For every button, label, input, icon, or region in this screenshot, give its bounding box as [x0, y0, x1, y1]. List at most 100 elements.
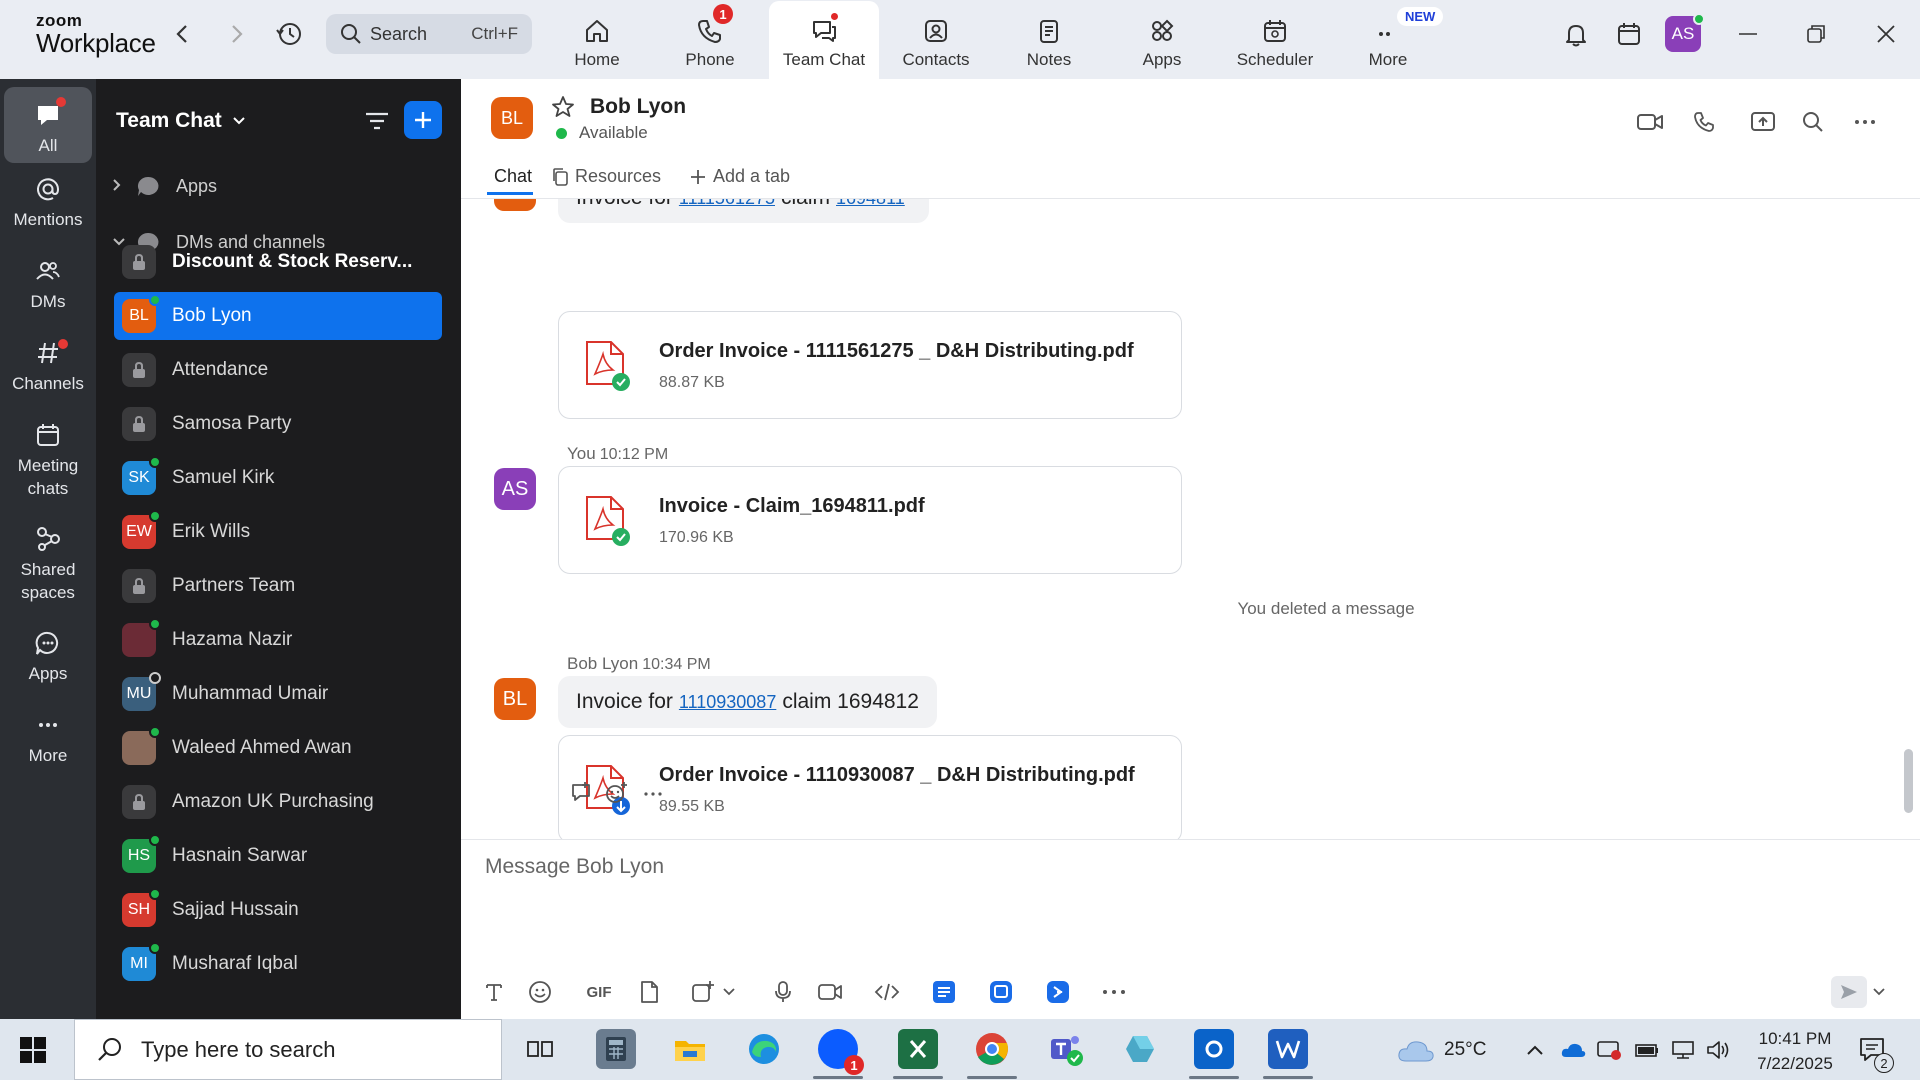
claim-link[interactable]: 1694811 — [836, 199, 905, 209]
rail-mentions[interactable]: Mentions — [4, 175, 92, 232]
sidebar-item-attendance[interactable]: Attendance — [114, 346, 442, 394]
calendar-icon[interactable] — [1611, 20, 1647, 48]
message-avatar[interactable]: BL — [494, 678, 536, 720]
rail-more[interactable]: More — [4, 711, 92, 768]
star-icon[interactable] — [551, 95, 575, 126]
history-icon[interactable] — [273, 18, 305, 50]
message-more-icon[interactable] — [642, 781, 666, 805]
order-link[interactable]: 1111561275 — [679, 199, 775, 209]
weather-widget[interactable]: 25°C — [1396, 1019, 1486, 1080]
sidebar-item-amazon-uk-purchasing[interactable]: Amazon UK Purchasing — [114, 778, 442, 826]
message-avatar[interactable]: AS — [494, 468, 536, 510]
security-icon[interactable] — [1596, 1019, 1622, 1080]
rail-all[interactable]: All — [4, 87, 92, 163]
calculator-app-icon[interactable] — [596, 1029, 636, 1069]
rail-apps[interactable]: Apps — [4, 629, 92, 686]
more-options-icon[interactable] — [1850, 107, 1880, 137]
notification-center-icon[interactable]: 2 — [1858, 1019, 1894, 1080]
tab-phone[interactable]: Phone 1 — [655, 0, 765, 79]
tray-chevron-up-icon[interactable] — [1526, 1019, 1544, 1080]
toolbar-more-icon[interactable] — [1098, 976, 1130, 1008]
add-reaction-icon[interactable] — [604, 781, 628, 805]
sidebar-item-samosa-party[interactable]: Samosa Party — [114, 400, 442, 448]
contact-avatar[interactable]: BL — [491, 97, 533, 139]
sidebar-item-hasnain-sarwar[interactable]: HS Hasnain Sarwar — [114, 832, 442, 880]
gif-button[interactable]: GIF — [579, 976, 619, 1008]
text-format-icon[interactable] — [478, 976, 510, 1008]
reply-icon[interactable] — [569, 781, 593, 805]
sidebar-item-waleed-ahmed-awan[interactable]: Waleed Ahmed Awan — [114, 724, 442, 772]
contact-name[interactable]: Bob Lyon — [590, 95, 686, 119]
word-icon[interactable] — [1268, 1029, 1308, 1069]
chrome-icon[interactable] — [972, 1029, 1012, 1069]
order-link[interactable]: 1110930087 — [679, 692, 776, 713]
sidebar-item-bob-lyon[interactable]: BL Bob Lyon — [114, 292, 442, 340]
video-message-icon[interactable] — [814, 976, 846, 1008]
notes-app-icon[interactable] — [928, 976, 960, 1008]
tab-more[interactable]: More NEW — [1333, 0, 1444, 79]
section-apps[interactable]: Apps — [112, 175, 217, 197]
onedrive-icon[interactable] — [1560, 1019, 1586, 1080]
network-icon[interactable] — [1670, 1019, 1696, 1080]
video-call-icon[interactable] — [1635, 107, 1665, 137]
send-options-chevron-icon[interactable] — [1869, 976, 1889, 1008]
taskbar-search[interactable]: Type here to search — [74, 1019, 502, 1080]
back-arrow-icon[interactable] — [166, 18, 198, 50]
task-view-icon[interactable] — [520, 1029, 560, 1069]
sidebar-item-musharaf-iqbal[interactable]: MI Musharaf Iqbal — [114, 940, 442, 988]
share-screen-icon[interactable] — [1748, 107, 1778, 137]
tab-resources[interactable]: Resources — [551, 166, 661, 187]
windows-start-icon[interactable] — [20, 1037, 46, 1063]
rail-shared-spaces[interactable]: Shared spaces — [4, 525, 92, 605]
search-bar[interactable]: Search Ctrl+F — [326, 14, 532, 54]
code-snippet-icon[interactable] — [871, 976, 903, 1008]
tab-scheduler[interactable]: Scheduler — [1220, 0, 1330, 79]
tab-chat[interactable]: Chat — [494, 166, 532, 187]
new-chat-button[interactable] — [404, 101, 442, 139]
sidebar-item-hazama-nazir[interactable]: Hazama Nazir — [114, 616, 442, 664]
forward-arrow-icon[interactable] — [221, 18, 253, 50]
sidebar-item-samuel-kirk[interactable]: SK Samuel Kirk — [114, 454, 442, 502]
send-icon[interactable] — [1831, 976, 1867, 1008]
scrollbar-track[interactable] — [1901, 199, 1920, 839]
bell-icon[interactable] — [1558, 20, 1594, 48]
sidebar-item-partners-team[interactable]: Partners Team — [114, 562, 442, 610]
sidebar-item-discount-stock-reserv[interactable]: Discount & Stock Reserv... — [114, 238, 442, 286]
taskbar-clock[interactable]: 10:41 PM 7/22/2025 — [1740, 1027, 1850, 1076]
outlook-icon[interactable] — [1194, 1029, 1234, 1069]
minimize-icon[interactable] — [1730, 20, 1766, 48]
docs-app-icon[interactable] — [1042, 976, 1074, 1008]
tab-apps[interactable]: Apps — [1107, 0, 1217, 79]
microphone-icon[interactable] — [767, 976, 799, 1008]
close-icon[interactable] — [1868, 20, 1904, 48]
screenshot-icon[interactable] — [687, 976, 719, 1008]
sidebar-item-sajjad-hussain[interactable]: SH Sajjad Hussain — [114, 886, 442, 934]
sidebar-item-muhammad-umair[interactable]: MU Muhammad Umair — [114, 670, 442, 718]
phone-call-icon[interactable] — [1689, 107, 1719, 137]
tab-notes[interactable]: Notes — [994, 0, 1104, 79]
zoom-taskbar-icon[interactable]: 1 — [818, 1029, 864, 1075]
scrollbar-thumb[interactable] — [1904, 749, 1913, 813]
search-icon[interactable] — [1798, 107, 1828, 137]
excel-icon[interactable] — [898, 1029, 938, 1069]
add-tab-button[interactable]: Add a tab — [689, 166, 790, 187]
chevron-down-icon[interactable] — [719, 976, 739, 1008]
rail-dms[interactable]: DMs — [4, 257, 92, 314]
file-attachment[interactable]: Order Invoice - 1111561275 _ D&H Distrib… — [558, 311, 1182, 419]
restore-icon[interactable] — [1798, 20, 1834, 48]
tab-team-chat[interactable]: Team Chat — [769, 1, 879, 79]
file-explorer-icon[interactable] — [670, 1029, 710, 1069]
tab-home[interactable]: Home — [542, 0, 652, 79]
sidebar-title[interactable]: Team Chat — [116, 109, 246, 133]
file-attach-icon[interactable] — [633, 976, 665, 1008]
teams-icon[interactable] — [1046, 1029, 1086, 1069]
file-attachment[interactable]: Invoice - Claim_1694811.pdf 170.96 KB — [558, 466, 1182, 574]
user-avatar[interactable]: AS — [1665, 13, 1705, 52]
whiteboard-app-icon[interactable] — [985, 976, 1017, 1008]
filter-icon[interactable] — [362, 106, 392, 136]
edge-browser-icon[interactable] — [744, 1029, 784, 1069]
tab-contacts[interactable]: Contacts — [881, 0, 991, 79]
volume-icon[interactable] — [1705, 1019, 1731, 1080]
emoji-icon[interactable] — [524, 976, 556, 1008]
message-input[interactable]: Message Bob Lyon — [485, 855, 664, 879]
